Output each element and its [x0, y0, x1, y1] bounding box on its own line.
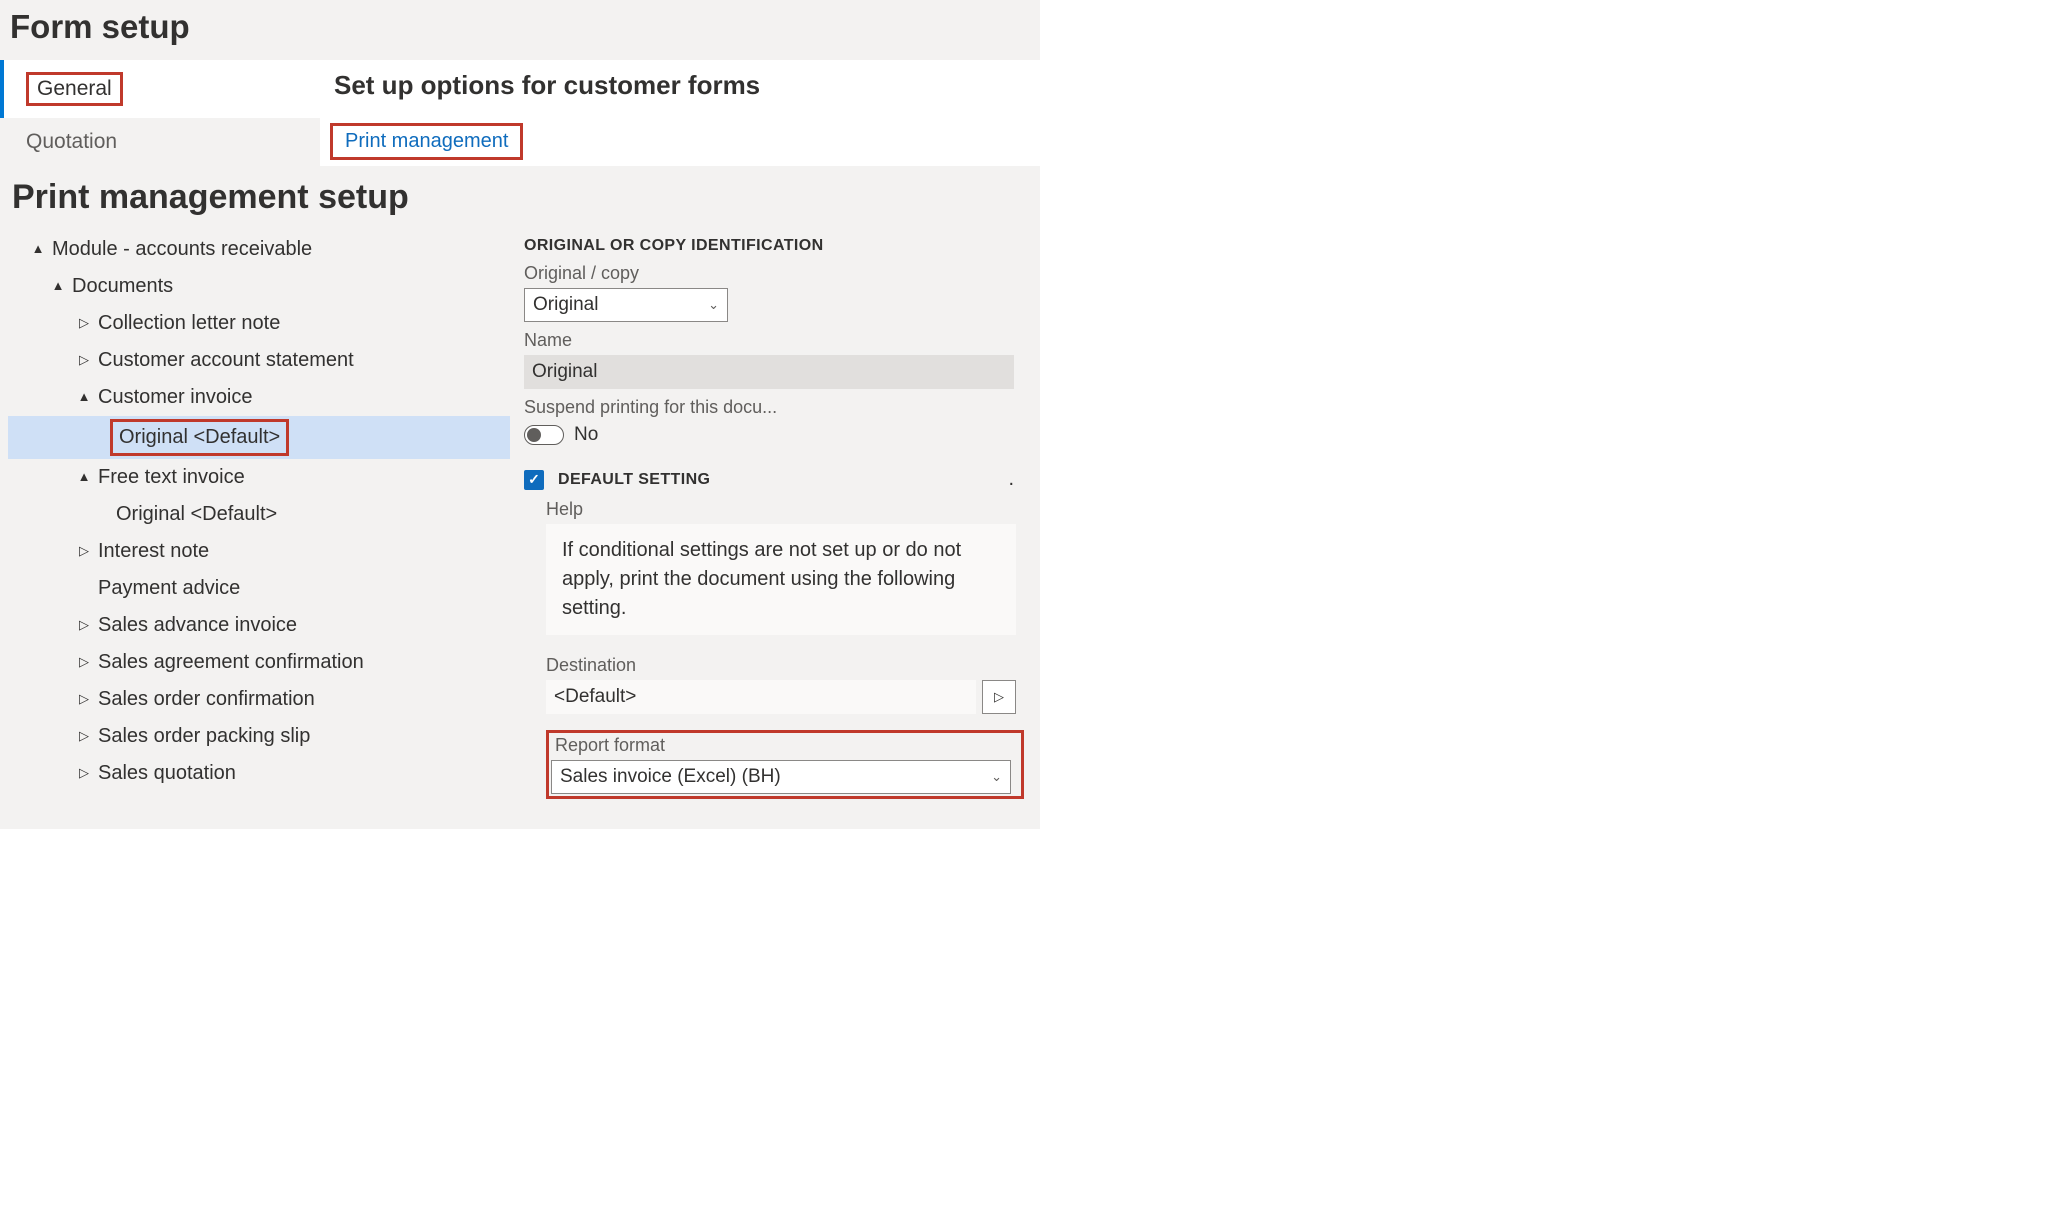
page-title: Form setup — [10, 8, 1030, 46]
pm-tree: ▲ Module - accounts receivable ▲ Documen… — [8, 231, 510, 799]
side-tabs: General Quotation — [0, 60, 320, 166]
print-management-link[interactable]: Print management — [339, 128, 514, 155]
label-suspend: Suspend printing for this docu... — [524, 397, 1028, 418]
destination-field[interactable]: <Default> — [546, 680, 976, 714]
tree-item-free-text-default[interactable]: Original <Default> — [8, 496, 510, 533]
label-destination: Destination — [546, 655, 1028, 676]
caret-down-icon: ▲ — [30, 239, 46, 259]
page-header: Form setup — [0, 0, 1040, 60]
tree-item-sales-packing[interactable]: ▷ Sales order packing slip — [8, 718, 510, 755]
pm-setup-title: Print management setup — [12, 178, 1032, 217]
caret-down-icon: ▲ — [76, 467, 92, 487]
overflow-dot-icon[interactable]: . — [1008, 468, 1014, 491]
caret-right-icon: ▷ — [76, 615, 92, 635]
tab-quotation-label: Quotation — [26, 130, 117, 153]
destination-action-button[interactable]: ▷ — [982, 680, 1016, 714]
tree-item-collection[interactable]: ▷ Collection letter note — [8, 305, 510, 342]
tree-item-sales-order-conf[interactable]: ▷ Sales order confirmation — [8, 681, 510, 718]
caret-right-icon: ▷ — [76, 763, 92, 783]
help-text: If conditional settings are not set up o… — [546, 524, 1016, 635]
name-field: Original — [524, 355, 1014, 389]
caret-right-icon: ▷ — [76, 313, 92, 333]
play-icon: ▷ — [994, 689, 1004, 705]
caret-right-icon: ▷ — [76, 350, 92, 370]
content-title: Set up options for customer forms — [334, 70, 1026, 101]
label-original-copy: Original / copy — [524, 263, 1028, 284]
caret-right-icon: ▷ — [76, 541, 92, 561]
tree-item-sales-quote[interactable]: ▷ Sales quotation — [8, 755, 510, 792]
label-name: Name — [524, 330, 1028, 351]
tree-item-cust-invoice-default[interactable]: Original <Default> — [8, 416, 510, 459]
label-help: Help — [546, 499, 1028, 520]
select-original-copy[interactable]: Original ⌄ — [524, 288, 728, 322]
tree-documents[interactable]: ▲ Documents — [8, 268, 510, 305]
toggle-suspend[interactable] — [524, 425, 564, 445]
tree-item-sales-advance[interactable]: ▷ Sales advance invoice — [8, 607, 510, 644]
pm-properties: ORIGINAL OR COPY IDENTIFICATION Original… — [524, 231, 1032, 799]
print-management-panel: Print management setup ▲ Module - accoun… — [0, 166, 1040, 829]
caret-right-icon: ▷ — [76, 726, 92, 746]
label-report-format: Report format — [555, 735, 1011, 756]
label-default-setting: DEFAULT SETTING — [558, 471, 710, 489]
section-original-copy: ORIGINAL OR COPY IDENTIFICATION — [524, 237, 1028, 255]
tree-root[interactable]: ▲ Module - accounts receivable — [8, 231, 510, 268]
tree-item-sales-agreement[interactable]: ▷ Sales agreement confirmation — [8, 644, 510, 681]
tree-item-interest[interactable]: ▷ Interest note — [8, 533, 510, 570]
tab-general-label: General — [26, 72, 123, 106]
chevron-down-icon: ⌄ — [991, 769, 1002, 785]
tree-item-payment-advice[interactable]: Payment advice — [8, 570, 510, 607]
tab-general[interactable]: General — [0, 60, 320, 118]
caret-right-icon: ▷ — [76, 689, 92, 709]
select-report-format[interactable]: Sales invoice (Excel) (BH) ⌄ — [551, 760, 1011, 794]
checkbox-default-setting[interactable]: ✓ — [524, 470, 544, 490]
tree-item-cust-invoice[interactable]: ▲ Customer invoice — [8, 379, 510, 416]
tab-quotation[interactable]: Quotation — [0, 118, 320, 166]
chevron-down-icon: ⌄ — [708, 297, 719, 313]
caret-down-icon: ▲ — [50, 276, 66, 296]
tree-item-free-text[interactable]: ▲ Free text invoice — [8, 459, 510, 496]
caret-right-icon: ▷ — [76, 652, 92, 672]
caret-down-icon: ▲ — [76, 387, 92, 407]
toggle-suspend-value: No — [574, 424, 598, 446]
tree-item-account-stmt[interactable]: ▷ Customer account statement — [8, 342, 510, 379]
